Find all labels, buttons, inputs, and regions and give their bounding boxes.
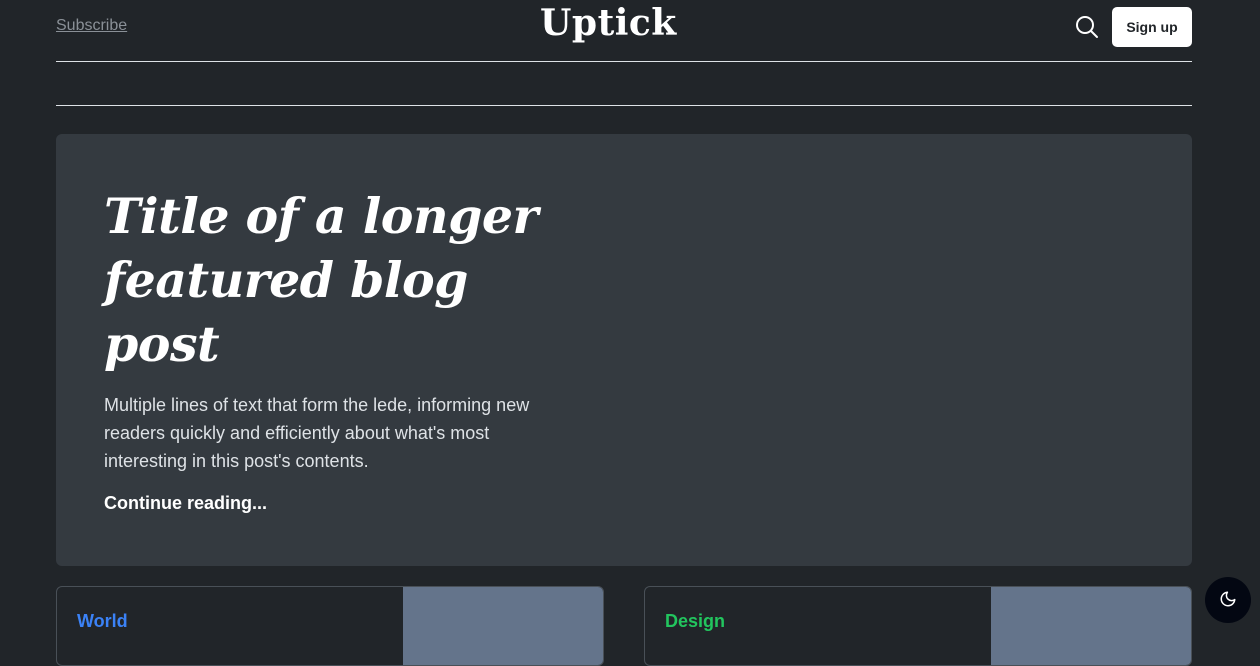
continue-reading-link[interactable]: Continue reading... bbox=[104, 493, 267, 514]
featured-lede: Multiple lines of text that form the led… bbox=[104, 395, 530, 471]
category-nav bbox=[56, 63, 1192, 106]
featured-title: Title of a longer featured blog post bbox=[104, 187, 538, 373]
post-category[interactable]: World bbox=[77, 611, 128, 632]
moon-icon bbox=[1219, 590, 1237, 611]
subscribe-link[interactable]: Subscribe bbox=[56, 17, 127, 35]
post-thumbnail bbox=[403, 587, 603, 665]
site-brand[interactable]: Uptick bbox=[540, 2, 677, 44]
site-header: Subscribe Uptick Sign up bbox=[56, 0, 1192, 62]
sign-up-button[interactable]: Sign up bbox=[1112, 7, 1192, 47]
post-category[interactable]: Design bbox=[665, 611, 725, 632]
featured-post: Title of a longer featured blog post Mul… bbox=[56, 134, 1192, 566]
post-card[interactable]: World bbox=[56, 586, 604, 666]
post-thumbnail bbox=[991, 587, 1191, 665]
theme-toggle-button[interactable] bbox=[1205, 577, 1251, 623]
post-card[interactable]: Design bbox=[644, 586, 1192, 666]
search-icon[interactable] bbox=[1074, 14, 1100, 40]
